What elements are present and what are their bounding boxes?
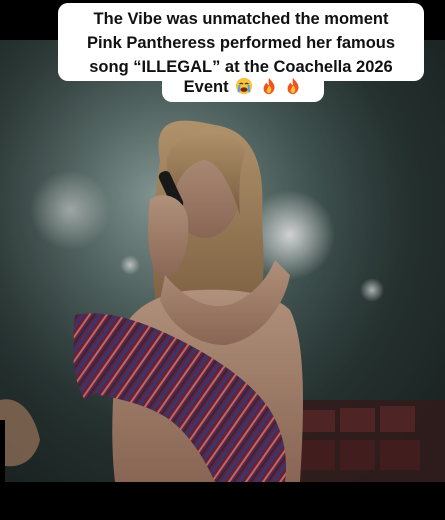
caption-bubble: The Vibe was unmatched the moment Pink P… <box>58 3 424 81</box>
video-edge <box>0 420 5 482</box>
bottom-letterbox <box>0 482 445 520</box>
caption-line-4-wrap: Event <box>162 75 324 99</box>
caption-line-1: The Vibe was unmatched the moment <box>93 10 389 28</box>
caption-line-2: Pink Pantheress performed her famous <box>86 34 396 52</box>
caption-line-4: Event <box>183 78 229 96</box>
video-post: The Vibe was unmatched the moment Pink P… <box>0 0 445 520</box>
crying-face-icon <box>236 77 253 95</box>
performer-scene <box>0 40 445 482</box>
concert-video[interactable] <box>0 40 445 482</box>
fire-icon <box>263 77 275 95</box>
fire-icon <box>287 77 299 95</box>
